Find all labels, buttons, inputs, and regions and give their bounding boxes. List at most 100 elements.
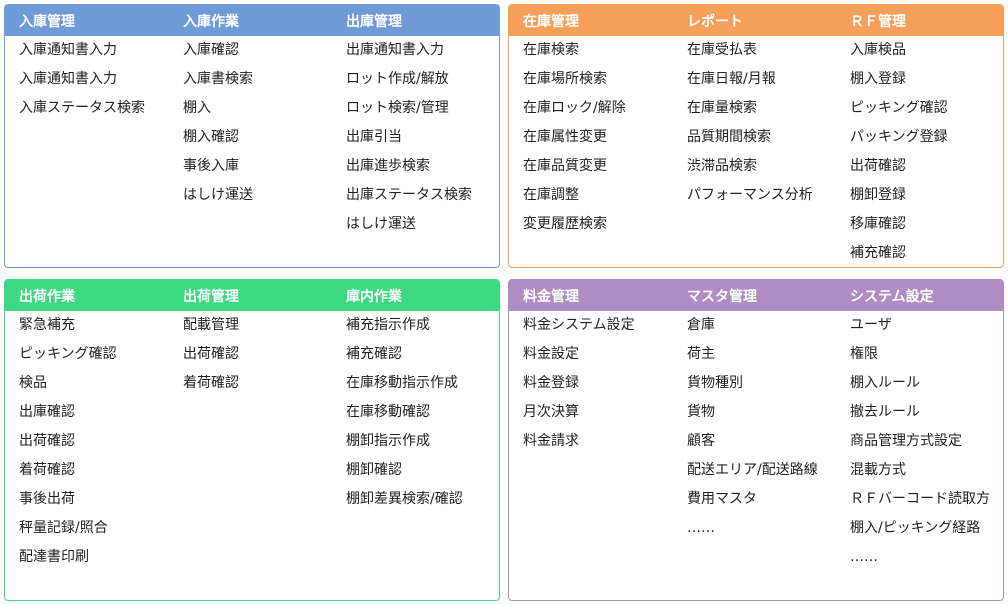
menu-item[interactable]: 着荷確認 xyxy=(5,456,117,485)
menu-item[interactable]: 検品 xyxy=(5,369,117,398)
menu-item[interactable]: 事後入庫 xyxy=(169,152,253,181)
menu-item[interactable]: …… xyxy=(673,514,818,543)
menu-item[interactable]: 出庫進歩検索 xyxy=(332,152,472,181)
menu-item[interactable]: 配達書印刷 xyxy=(5,543,117,572)
menu-item[interactable]: 在庫量検索 xyxy=(673,94,813,123)
menu-item[interactable]: 入庫ステータス検索 xyxy=(5,94,145,123)
menu-item[interactable]: 秤量記録/照合 xyxy=(5,514,117,543)
menu-item[interactable]: 顧客 xyxy=(673,427,818,456)
menu-item[interactable]: 月次決算 xyxy=(509,398,635,427)
menu-item[interactable]: 貨物 xyxy=(673,398,818,427)
menu-item[interactable]: 料金システム設定 xyxy=(509,311,635,340)
menu-column: 補充指示作成 補充確認 在庫移動指示作成 在庫移動確認 棚卸指示作成 棚卸確認 棚卸差異検索… xyxy=(332,311,463,514)
menu-item[interactable]: 撤去ルール xyxy=(836,398,990,427)
menu-item[interactable]: 在庫日報/月報 xyxy=(673,65,813,94)
menu-item[interactable]: ユーザ xyxy=(836,311,990,340)
menu-item[interactable]: 棚入登録 xyxy=(836,65,948,94)
panel-body: 入庫通知書入力 入庫通知書入力 入庫ステータス検索 入庫確認 入庫書検索 棚入 棚入確認 事後… xyxy=(5,36,499,267)
menu-item[interactable]: 在庫品質変更 xyxy=(509,152,626,181)
menu-item[interactable]: ロット作成/解放 xyxy=(332,65,472,94)
menu-item[interactable]: はしけ運送 xyxy=(169,181,253,210)
menu-item[interactable]: 補充確認 xyxy=(836,239,948,267)
menu-item[interactable]: 在庫受払表 xyxy=(673,36,813,65)
menu-column: 倉庫 荷主 貨物種別 貨物 顧客 配送エリア/配送路線 費用マスタ…… xyxy=(673,311,818,543)
menu-column: 在庫受払表 在庫日報/月報 在庫量検索 品質期間検索 渋滞品検索 パフォーマンス分析 xyxy=(673,36,813,210)
menu-item[interactable]: 倉庫 xyxy=(673,311,818,340)
panel-body: 料金システム設定 料金設定 料金登録 月次決算 料金請求 倉庫 荷主 貨物種別 貨物 顧客 配送エリ… xyxy=(509,311,1003,600)
menu-item[interactable]: 棚入確認 xyxy=(169,123,253,152)
panel-body: 緊急補充 ピッキング確認 検品 出庫確認 出荷確認 着荷確認 事後出荷 秤量記録/照合 配達書印… xyxy=(5,311,499,600)
menu-item[interactable]: 商品管理方式設定 xyxy=(836,427,990,456)
menu-item[interactable]: 在庫検索 xyxy=(509,36,626,65)
menu-item[interactable]: 在庫ロック/解除 xyxy=(509,94,626,123)
menu-item[interactable]: 出荷確認 xyxy=(169,340,239,369)
column-title: 入庫作業 xyxy=(183,13,239,30)
menu-item[interactable]: 在庫調整 xyxy=(509,181,626,210)
menu-item[interactable]: 出庫ステータス検索 xyxy=(332,181,472,210)
menu-item[interactable]: パフォーマンス分析 xyxy=(673,181,813,210)
menu-item[interactable]: 在庫移動確認 xyxy=(332,398,463,427)
panel-header: 在庫管理 レポート ＲＦ管理 xyxy=(509,5,1003,36)
menu-item[interactable]: 緊急補充 xyxy=(5,311,117,340)
menu-item[interactable]: 棚入/ピッキング経路 xyxy=(836,514,990,543)
menu-item[interactable]: 料金登録 xyxy=(509,369,635,398)
menu-item[interactable]: 着荷確認 xyxy=(169,369,239,398)
menu-column: 在庫検索 在庫場所検索 在庫ロック/解除 在庫属性変更 在庫品質変更 在庫調整 変更履歴検索 xyxy=(509,36,626,239)
panel-body: 在庫検索 在庫場所検索 在庫ロック/解除 在庫属性変更 在庫品質変更 在庫調整 変更履歴検索… xyxy=(509,36,1003,267)
panel-inventory: 在庫管理 レポート ＲＦ管理 在庫検索 在庫場所検索 在庫ロック/解除 在庫属性変更 在庫品… xyxy=(508,4,1004,268)
menu-item[interactable]: 事後出荷 xyxy=(5,485,117,514)
menu-item[interactable]: …… xyxy=(836,543,990,572)
menu-item[interactable]: 混載方式 xyxy=(836,456,990,485)
column-title: レポート xyxy=(687,13,743,30)
menu-item[interactable]: 棚卸確認 xyxy=(332,456,463,485)
menu-item[interactable]: 入庫確認 xyxy=(169,36,253,65)
menu-item[interactable]: 入庫書検索 xyxy=(169,65,253,94)
menu-item[interactable]: 出荷確認 xyxy=(5,427,117,456)
menu-item[interactable]: 入庫通知書入力 xyxy=(5,65,145,94)
menu-item[interactable]: 貨物種別 xyxy=(673,369,818,398)
column-title: 庫内作業 xyxy=(346,288,402,305)
menu-item[interactable]: 権限 xyxy=(836,340,990,369)
menu-item[interactable]: 在庫移動指示作成 xyxy=(332,369,463,398)
menu-item[interactable]: 入庫通知書入力 xyxy=(5,36,145,65)
menu-item[interactable]: 配載管理 xyxy=(169,311,239,340)
menu-item[interactable]: 配送エリア/配送路線 xyxy=(673,456,818,485)
menu-column: 配載管理 出荷確認 着荷確認 xyxy=(169,311,239,398)
menu-item[interactable]: 出庫通知書入力 xyxy=(332,36,472,65)
menu-column: 入庫通知書入力 入庫通知書入力 入庫ステータス検索 xyxy=(5,36,145,123)
menu-item[interactable]: 棚入ルール xyxy=(836,369,990,398)
menu-item[interactable]: 棚卸指示作成 xyxy=(332,427,463,456)
menu-item[interactable]: ロット検索/管理 xyxy=(332,94,472,123)
menu-column: 緊急補充 ピッキング確認 検品 出庫確認 出荷確認 着荷確認 事後出荷 秤量記録/照合 配達書印… xyxy=(5,311,117,572)
menu-item[interactable]: 在庫場所検索 xyxy=(509,65,626,94)
menu-item[interactable]: 棚卸登録 xyxy=(836,181,948,210)
menu-item[interactable]: パッキング登録 xyxy=(836,123,948,152)
menu-item[interactable]: 料金設定 xyxy=(509,340,635,369)
menu-item[interactable]: 出庫確認 xyxy=(5,398,117,427)
menu-item[interactable]: 出荷確認 xyxy=(836,152,948,181)
menu-item[interactable]: 補充指示作成 xyxy=(332,311,463,340)
menu-item[interactable]: 品質期間検索 xyxy=(673,123,813,152)
menu-item[interactable]: 棚入 xyxy=(169,94,253,123)
column-title: 入庫管理 xyxy=(19,13,75,30)
menu-column: 入庫検品 棚入登録 ピッキング確認 パッキング登録 出荷確認 棚卸登録 移庫確認 補充確認 xyxy=(836,36,948,267)
menu-item[interactable]: 料金請求 xyxy=(509,427,635,456)
menu-item[interactable]: ピッキング確認 xyxy=(836,94,948,123)
column-title: 料金管理 xyxy=(523,288,579,305)
menu-item[interactable]: 出庫引当 xyxy=(332,123,472,152)
menu-column: ユーザ 権限 棚入ルール 撤去ルール 商品管理方式設定 混載方式 ＲＦバーコード読取方 棚入/… xyxy=(836,311,990,572)
menu-item[interactable]: 在庫属性変更 xyxy=(509,123,626,152)
menu-item[interactable]: 費用マスタ xyxy=(673,485,818,514)
menu-item[interactable]: ピッキング確認 xyxy=(5,340,117,369)
menu-item[interactable]: ＲＦバーコード読取方 xyxy=(836,485,990,514)
menu-column: 入庫確認 入庫書検索 棚入 棚入確認 事後入庫 はしけ運送 xyxy=(169,36,253,210)
menu-item[interactable]: 補充確認 xyxy=(332,340,463,369)
menu-item[interactable]: 移庫確認 xyxy=(836,210,948,239)
menu-item[interactable]: 渋滞品検索 xyxy=(673,152,813,181)
column-title: ＲＦ管理 xyxy=(850,13,906,30)
menu-item[interactable]: 変更履歴検索 xyxy=(509,210,626,239)
menu-item[interactable]: 入庫検品 xyxy=(836,36,948,65)
menu-item[interactable]: 棚卸差異検索/確認 xyxy=(332,485,463,514)
menu-item[interactable]: 荷主 xyxy=(673,340,818,369)
menu-item[interactable]: はしけ運送 xyxy=(332,210,472,239)
